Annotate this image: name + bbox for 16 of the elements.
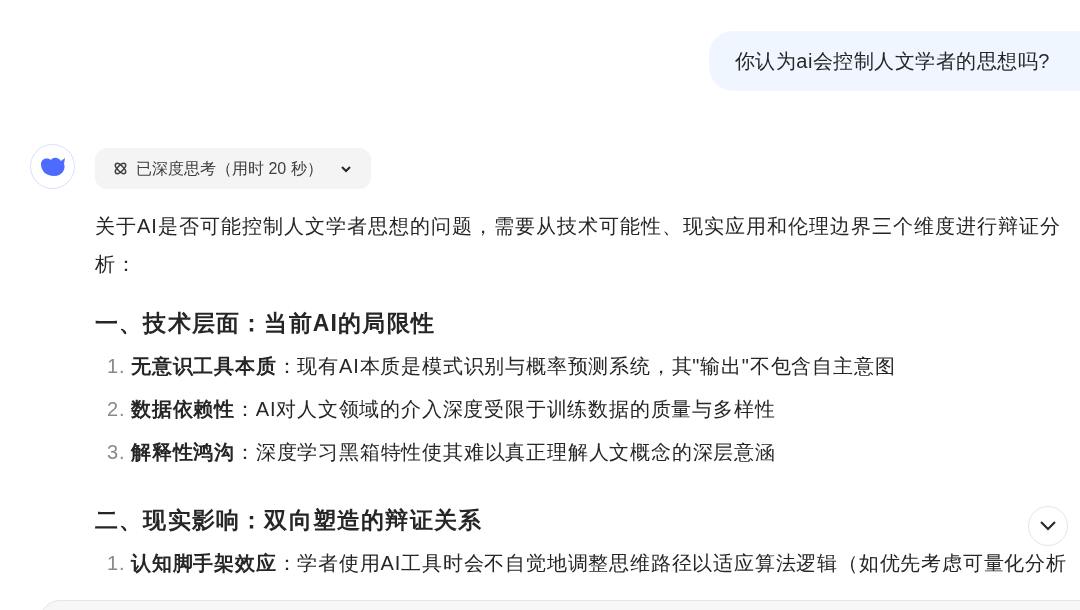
list-number: 3. xyxy=(107,440,127,465)
answer-paragraph: 关于AI是否可能控制人文学者思想的问题，需要从技术可能性、现实应用和伦理边界三个维度进行辩证分析： xyxy=(95,214,1062,277)
list-text: 无意识工具本质：现有AI本质是模式识别与概率预测系统，其"输出"不包含自主意图 xyxy=(131,354,896,379)
list-number: 2. xyxy=(107,397,127,422)
scroll-down-button[interactable] xyxy=(1028,506,1068,546)
list-number: 1. xyxy=(107,551,127,576)
user-message: 你认为ai会控制人文学者的思想吗? xyxy=(708,31,1080,91)
atom-icon xyxy=(113,161,128,176)
thinking-toggle[interactable]: 已深度思考（用时 20 秒） xyxy=(95,148,371,189)
list-text: 数据依赖性：AI对人文领域的介入深度受限于训练数据的质量与多样性 xyxy=(131,397,776,422)
section-heading: 一、技术层面：当前AI的局限性 xyxy=(95,309,435,338)
chevron-down-icon xyxy=(1039,520,1057,532)
section-heading: 二、现实影响：双向塑造的辩证关系 xyxy=(95,506,483,535)
list-number: 1. xyxy=(107,354,127,379)
list-text: 认知脚手架效应：学者使用AI工具时会不自觉地调整思维路径以适应算法逻辑（如优先考虑可量化分析 xyxy=(131,551,1067,576)
list-text: 解释性鸿沟：深度学习黑箱特性使其难以真正理解人文概念的深层意涵 xyxy=(131,440,776,465)
